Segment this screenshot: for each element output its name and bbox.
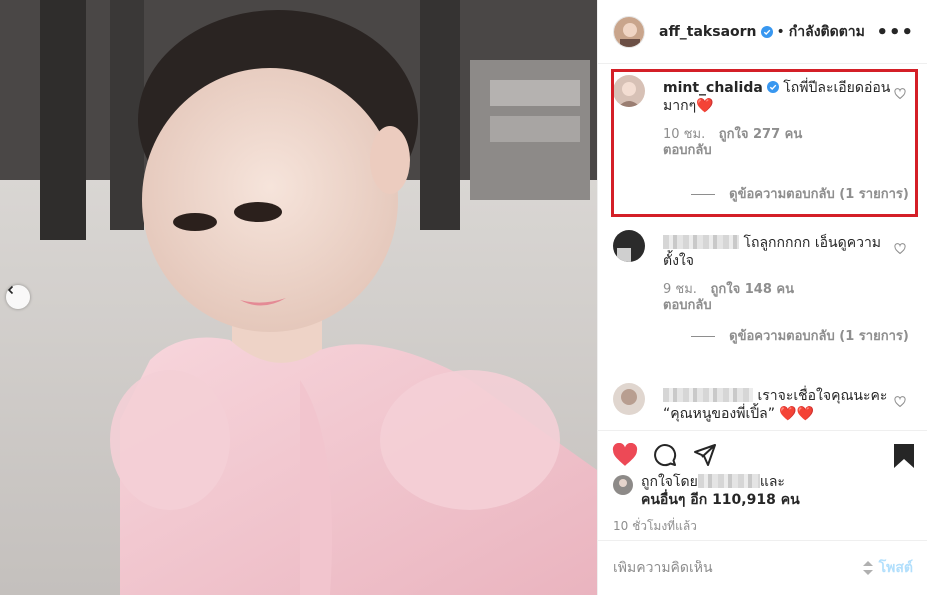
following-button[interactable]: กำลังติดตาม: [789, 21, 865, 43]
post-timestamp[interactable]: 10 ชั่วโมงที่แล้ว: [613, 517, 697, 536]
author-username[interactable]: aff_taksaorn: [659, 24, 757, 40]
divider-line: [691, 336, 716, 337]
liked-by-suffix: และ: [759, 474, 785, 490]
comment-input[interactable]: [613, 560, 861, 576]
view-replies-label: ดูข้อความตอบกลับ (1 รายการ): [729, 329, 909, 344]
comment-text-block: โถลูกกกกก เอ็นดูความตั้งใจ: [663, 234, 895, 270]
post-sidebar: aff_taksaorn • กำลังติดตาม ••• mint_chal…: [597, 0, 927, 595]
sort-arrows-icon: [862, 561, 873, 575]
liked-by-prefix: ถูกใจโดย: [641, 474, 698, 490]
post-photo: [0, 0, 597, 595]
heart-filled-icon[interactable]: [612, 443, 638, 467]
liker-avatar[interactable]: [613, 475, 633, 495]
verified-badge-icon: [760, 25, 773, 38]
reply-button[interactable]: ตอบกลับ: [663, 298, 712, 313]
child-ballerina-photo: [0, 0, 597, 595]
carousel-prev-button[interactable]: [6, 285, 30, 309]
comment-time: 9 ชม.: [663, 282, 697, 297]
header-separator: •: [776, 23, 785, 40]
commenter-avatar[interactable]: [613, 383, 645, 415]
comment-text-block: เราจะเชื่อใจคุณนะคะ “คุณหนูของพี่เปิ้ล” …: [663, 387, 895, 423]
comment-item: โถลูกกกกก เอ็นดูความตั้งใจ 9 ชม. ถูกใจ 1…: [613, 230, 918, 360]
comment-item: เราจะเชื่อใจคุณนะคะ “คุณหนูของพี่เปิ้ล” …: [613, 383, 918, 429]
likes-count[interactable]: คนอื่นๆ อีก 110,918 คน: [641, 492, 800, 508]
comment-like-icon[interactable]: [894, 396, 906, 408]
comment-likes[interactable]: ถูกใจ 148 คน: [711, 282, 794, 297]
bookmark-icon[interactable]: [893, 443, 915, 469]
chevron-left-icon: [7, 285, 14, 295]
blurred-liker-name: [697, 474, 760, 488]
view-replies-button[interactable]: ดูข้อความตอบกลับ (1 รายการ): [685, 327, 915, 346]
commenter-avatar[interactable]: [613, 230, 645, 262]
liked-by: ถูกใจโดย และ คนอื่นๆ อีก 110,918 คน: [613, 473, 800, 509]
comment-meta: 9 ชม. ถูกใจ 148 คน ตอบกลับ: [663, 282, 895, 314]
add-comment-bar: โพสต์: [598, 540, 927, 595]
blurred-username: [663, 235, 739, 249]
post-comment-button[interactable]: โพสต์: [879, 557, 913, 579]
more-options-icon[interactable]: •••: [876, 22, 914, 43]
post-actions: ถูกใจโดย และ คนอื่นๆ อีก 110,918 คน 10 ชั…: [598, 430, 927, 540]
share-icon[interactable]: [693, 443, 717, 467]
post-header: aff_taksaorn • กำลังติดตาม •••: [598, 0, 927, 64]
comment-icon[interactable]: [653, 443, 677, 467]
comment-like-icon[interactable]: [894, 243, 906, 255]
highlight-box: [611, 69, 918, 217]
author-avatar[interactable]: [613, 15, 645, 48]
blurred-username: [663, 388, 753, 402]
